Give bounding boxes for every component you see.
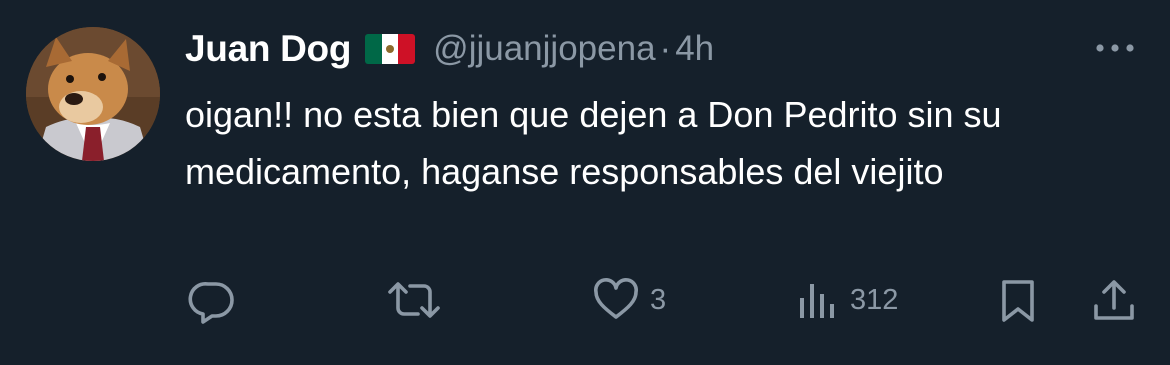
view-count: 312	[850, 283, 899, 316]
retweet-button[interactable]	[386, 270, 452, 330]
dog-avatar-image	[26, 27, 160, 161]
retweet-icon	[388, 282, 440, 318]
views-icon	[800, 284, 834, 318]
tweet: Juan Dog @jjuanjjopena · 4h oigan!! no e…	[0, 0, 1170, 365]
more-options-icon[interactable]	[1092, 38, 1138, 58]
separator-dot: ·	[659, 29, 672, 68]
timestamp[interactable]: 4h	[675, 29, 714, 69]
heart-icon	[594, 278, 638, 319]
tweet-text: oigan!! no esta bien que dejen a Don Ped…	[185, 94, 1002, 192]
reply-icon	[188, 282, 234, 324]
share-icon	[1094, 280, 1134, 320]
reply-button[interactable]	[188, 270, 246, 330]
share-button[interactable]	[1090, 270, 1138, 330]
avatar[interactable]	[26, 27, 160, 161]
bookmark-button[interactable]	[998, 270, 1038, 330]
like-button[interactable]: 3	[592, 270, 666, 330]
user-handle[interactable]: @jjuanjjopena	[433, 29, 655, 69]
bookmark-icon	[1002, 280, 1034, 322]
action-bar: 3 312	[0, 270, 1170, 330]
like-count: 3	[650, 283, 667, 316]
display-name[interactable]: Juan Dog	[185, 28, 351, 70]
tweet-header: Juan Dog @jjuanjjopena · 4h	[185, 24, 714, 74]
views-button[interactable]: 312	[796, 270, 898, 330]
mexico-flag-icon	[365, 34, 416, 64]
